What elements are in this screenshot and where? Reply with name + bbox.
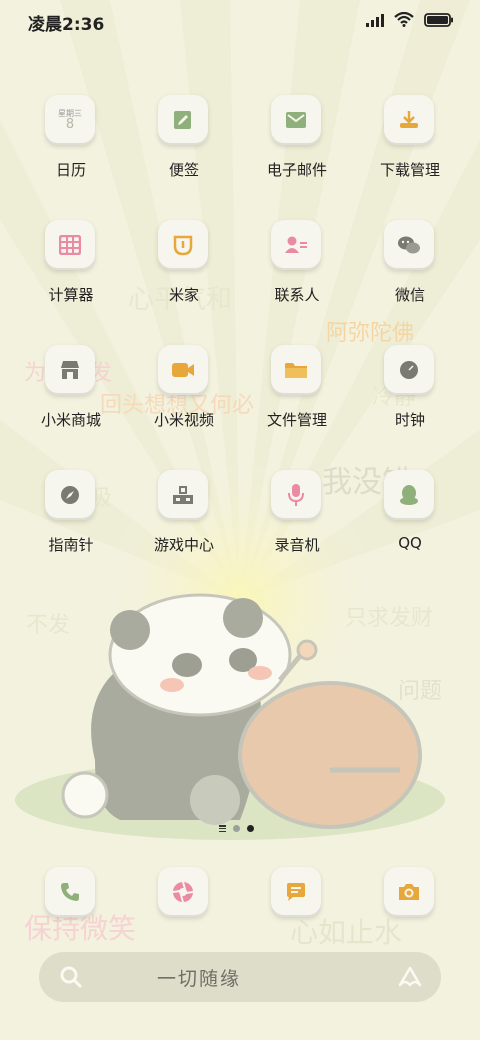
folder-icon: [271, 345, 321, 395]
app-label: 指南针: [48, 536, 94, 554]
app-contacts[interactable]: 联系人: [247, 220, 347, 330]
app-label: 计算器: [48, 286, 94, 304]
app-mail[interactable]: 电子邮件: [247, 95, 347, 205]
status-bar: 凌晨2:36: [0, 0, 480, 40]
app-label: 游戏中心: [153, 536, 214, 554]
contacts-icon: [271, 220, 321, 270]
clock-icon: [384, 345, 434, 395]
app-label: 电子邮件: [266, 161, 327, 179]
app-label: 联系人: [274, 286, 320, 304]
dock-browser[interactable]: [134, 867, 234, 927]
app-label: 米家: [168, 286, 199, 304]
dock-messages[interactable]: [247, 867, 347, 927]
app-calculator[interactable]: 计算器: [21, 220, 121, 330]
wallpaper-text: 问题: [398, 679, 442, 704]
app-label: 时钟: [394, 411, 425, 429]
app-label: 文件管理: [266, 411, 327, 429]
game-center-icon: [158, 470, 208, 520]
wallpaper-text: 不发: [26, 613, 70, 638]
app-label: 录音机: [274, 536, 320, 554]
app-label: 微信: [394, 286, 425, 304]
mijia-icon: [158, 220, 208, 270]
app-clock[interactable]: 时钟: [360, 345, 460, 455]
notes-icon: [158, 95, 208, 145]
page-dot[interactable]: [233, 825, 240, 832]
app-label: 小米商城: [40, 411, 101, 429]
app-label: 日历: [55, 161, 86, 179]
wechat-icon: [384, 220, 434, 270]
dock-phone[interactable]: [21, 867, 121, 927]
app-game-center[interactable]: 游戏中心: [134, 470, 234, 580]
battery-icon: [424, 12, 453, 27]
video-icon: [158, 345, 208, 395]
search-icon[interactable]: [59, 965, 83, 989]
search-input[interactable]: 一切随缘: [157, 964, 241, 991]
calendar-icon: 星期三 8: [45, 95, 95, 145]
status-icons: [366, 12, 454, 27]
store-icon: [45, 345, 95, 395]
page-indicator-feed[interactable]: [219, 825, 226, 832]
assistant-icon[interactable]: [397, 965, 423, 989]
compass-icon: [45, 470, 95, 520]
app-mijia[interactable]: 米家: [134, 220, 234, 330]
app-label: 便签: [168, 161, 199, 179]
app-qq[interactable]: QQ: [360, 470, 460, 580]
app-label: 下载管理: [379, 161, 440, 179]
app-mi-store[interactable]: 小米商城: [21, 345, 121, 455]
app-notes[interactable]: 便签: [134, 95, 234, 205]
download-icon: [384, 95, 434, 145]
mail-icon: [271, 95, 321, 145]
phone-icon: [45, 867, 95, 917]
page-indicator[interactable]: [219, 825, 254, 832]
microphone-icon: [271, 470, 321, 520]
calendar-day: 8: [65, 116, 75, 132]
status-time: 凌晨2:36: [28, 15, 105, 35]
app-compass[interactable]: 指南针: [21, 470, 121, 580]
app-mi-video[interactable]: 小米视频: [134, 345, 234, 455]
app-recorder[interactable]: 录音机: [247, 470, 347, 580]
qq-icon: [384, 470, 434, 520]
wifi-icon: [394, 12, 414, 27]
signal-icon: [366, 13, 384, 27]
wallpaper-text: 只求发财: [345, 606, 433, 631]
app-label: 小米视频: [153, 411, 214, 429]
messages-icon: [271, 867, 321, 917]
search-bar[interactable]: 一切随缘: [39, 952, 441, 1002]
camera-icon: [384, 867, 434, 917]
app-label: QQ: [398, 534, 422, 552]
app-wechat[interactable]: 微信: [360, 220, 460, 330]
app-calendar[interactable]: 星期三 8 日历: [21, 95, 121, 205]
app-downloads[interactable]: 下载管理: [360, 95, 460, 205]
dock-camera[interactable]: [360, 867, 460, 927]
calculator-icon: [45, 220, 95, 270]
app-file-manager[interactable]: 文件管理: [247, 345, 347, 455]
browser-icon: [158, 867, 208, 917]
page-dot-active[interactable]: [247, 825, 254, 832]
